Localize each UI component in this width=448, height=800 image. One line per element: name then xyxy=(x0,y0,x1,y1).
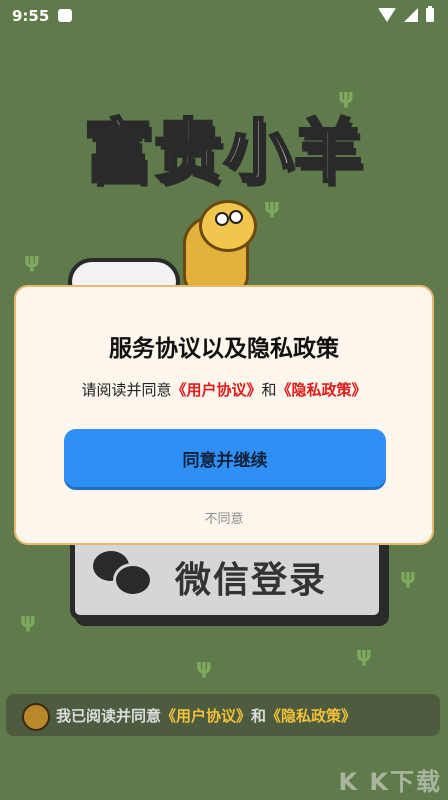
dialog-body-prefix: 请阅读并同意 xyxy=(81,381,172,399)
signal-icon xyxy=(404,8,418,22)
app-notification-icon xyxy=(58,9,72,22)
wifi-icon xyxy=(378,8,396,22)
wechat-login-label: 微信登录 xyxy=(175,560,328,601)
agree-checkbox[interactable] xyxy=(22,703,50,731)
status-time: 9:55 xyxy=(12,7,50,25)
dialog-privacy-policy-link[interactable]: 《隐私政策》 xyxy=(277,381,367,399)
game-title: 富贵小羊 xyxy=(82,112,364,194)
battery-icon xyxy=(426,6,434,22)
grass-decoration: ψ xyxy=(264,194,280,218)
grass-decoration: ψ xyxy=(20,608,36,632)
privacy-policy-link[interactable]: 《隐私政策》 xyxy=(266,707,356,725)
dialog-body-and: 和 xyxy=(261,381,277,399)
system-icons xyxy=(378,6,434,22)
privacy-dialog: 服务协议以及隐私政策 请阅读并同意《用户协议》和《隐私政策》 同意并继续 不同意 xyxy=(14,285,434,545)
dialog-user-agreement-link[interactable]: 《用户协议》 xyxy=(171,381,261,399)
agreement-text: 我已阅读并同意《用户协议》和《隐私政策》 xyxy=(56,705,356,726)
wechat-icon xyxy=(93,549,153,597)
grass-decoration: ψ xyxy=(356,642,372,666)
grass-decoration: ψ xyxy=(338,84,354,108)
decline-button[interactable]: 不同意 xyxy=(16,508,432,527)
grass-decoration: ψ xyxy=(400,564,416,588)
dialog-title: 服务协议以及隐私政策 xyxy=(109,336,339,362)
grass-decoration: ψ xyxy=(24,248,40,272)
dialog-body: 请阅读并同意《用户协议》和《隐私政策》 xyxy=(16,379,432,400)
grass-decoration: ψ xyxy=(196,654,212,678)
agreement-prefix: 我已阅读并同意 xyxy=(56,707,162,725)
user-agreement-link[interactable]: 《用户协议》 xyxy=(161,707,251,725)
status-bar: 9:55 xyxy=(0,0,448,32)
agreement-and: 和 xyxy=(251,707,267,725)
agreement-bar: 我已阅读并同意《用户协议》和《隐私政策》 xyxy=(6,694,440,736)
agree-continue-button[interactable]: 同意并继续 xyxy=(64,429,386,487)
watermark: K K下载 xyxy=(338,768,442,796)
